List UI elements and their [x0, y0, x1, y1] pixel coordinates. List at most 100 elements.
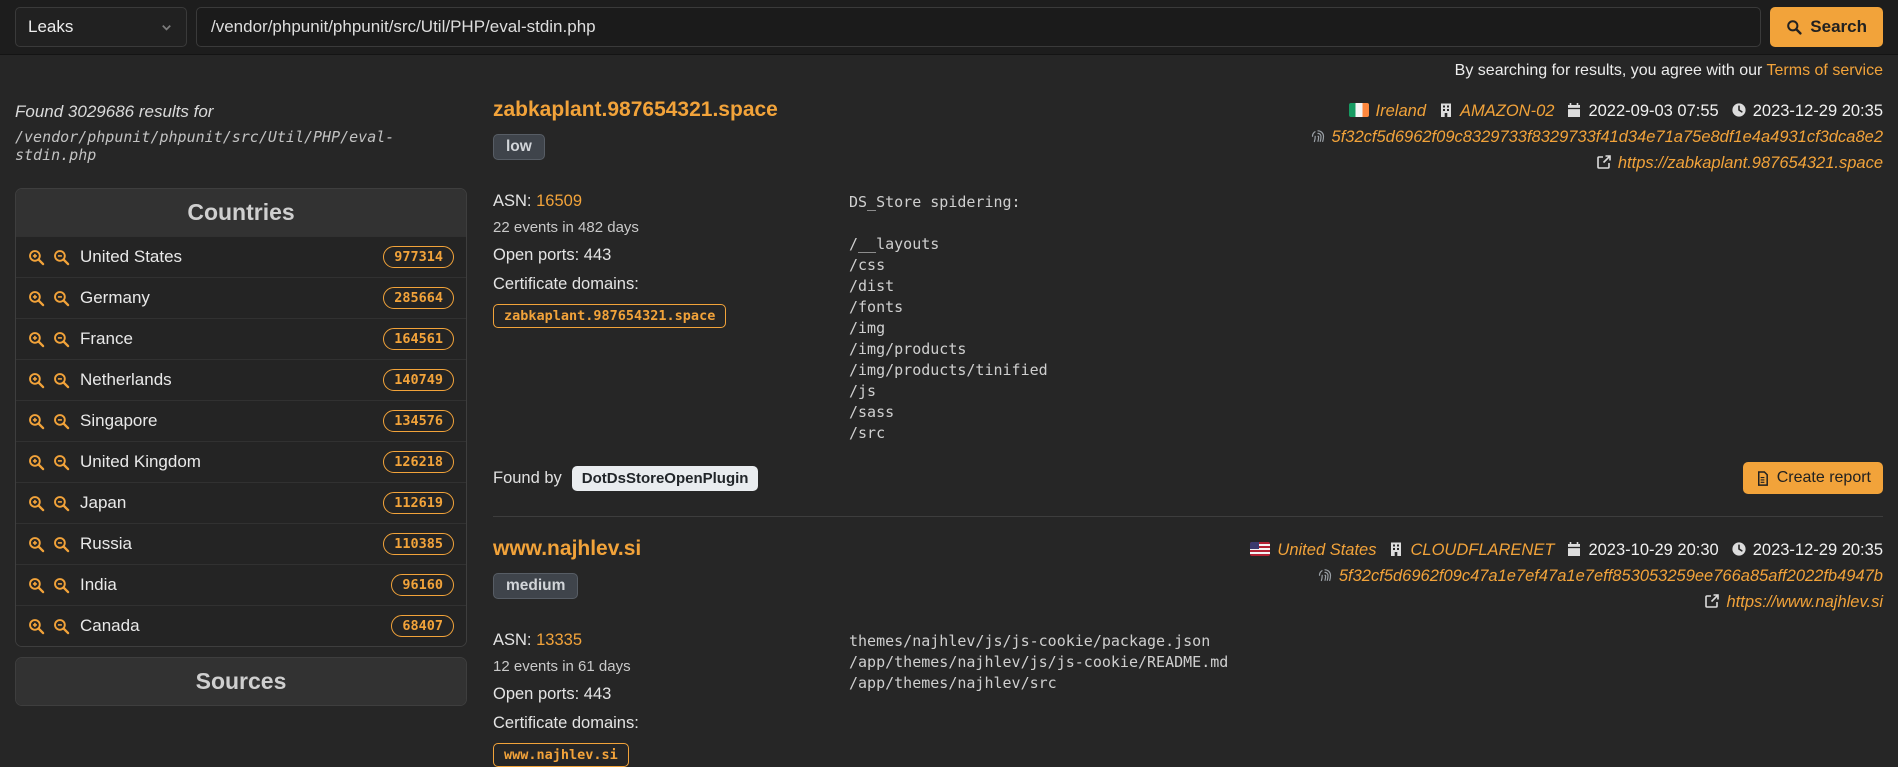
organization-link[interactable]: CLOUDFLARENET — [1410, 541, 1554, 559]
zoom-out-icon[interactable] — [53, 536, 70, 553]
results-list: zabkaplant.987654321.space low Ireland AM… — [493, 92, 1883, 767]
organization-icon — [1388, 541, 1404, 557]
open-ports: Open ports: 443 — [493, 685, 849, 704]
sources-panel: Sources — [15, 657, 467, 706]
zoom-in-icon[interactable] — [28, 495, 45, 512]
country-row[interactable]: France 164561 — [16, 318, 466, 359]
search-form: Leaks Search — [15, 7, 1883, 47]
country-count-badge: 110385 — [383, 533, 454, 555]
leak-summary: DS_Store spidering: /__layouts /css /dis… — [849, 192, 1883, 444]
organization-link[interactable]: AMAZON-02 — [1460, 102, 1554, 120]
zoom-in-icon[interactable] — [28, 454, 45, 471]
result-title-link[interactable]: www.najhlev.si — [493, 537, 641, 561]
create-report-button[interactable]: Create report — [1743, 462, 1883, 494]
country-row[interactable]: Germany 285664 — [16, 277, 466, 318]
severity-badge: low — [493, 134, 545, 160]
asn-link[interactable]: 16509 — [536, 192, 582, 210]
plugin-badge[interactable]: DotDsStoreOpenPlugin — [572, 466, 759, 491]
zoom-out-icon[interactable] — [53, 413, 70, 430]
country-count-badge: 134576 — [383, 410, 454, 432]
create-report-label: Create report — [1777, 469, 1871, 487]
result-card: zabkaplant.987654321.space low Ireland AM… — [493, 98, 1883, 494]
terms-prefix: By searching for results, you agree with… — [1455, 62, 1767, 79]
country-count-badge: 977314 — [383, 246, 454, 268]
country-row[interactable]: Canada 68407 — [16, 605, 466, 646]
asn-label: ASN: — [493, 631, 532, 649]
country-name: Russia — [80, 534, 132, 554]
last-seen-date: 2023-12-29 20:35 — [1753, 541, 1883, 559]
fingerprint-link[interactable]: 5f32cf5d6962f09c47a1e7ef47a1e7eff8530532… — [1339, 567, 1883, 585]
country-name: France — [80, 329, 133, 349]
zoom-in-icon[interactable] — [28, 331, 45, 348]
country-count-badge: 164561 — [383, 328, 454, 350]
zoom-out-icon[interactable] — [53, 618, 70, 635]
terms-line: By searching for results, you agree with… — [0, 55, 1898, 80]
asn-link[interactable]: 13335 — [536, 631, 582, 649]
result-title-link[interactable]: zabkaplant.987654321.space — [493, 98, 778, 122]
top-search-bar: Leaks Search — [0, 0, 1898, 55]
zoom-in-icon[interactable] — [28, 413, 45, 430]
fingerprint-icon — [1317, 567, 1333, 583]
country-name: Canada — [80, 616, 140, 636]
zoom-out-icon[interactable] — [53, 577, 70, 594]
country-row[interactable]: India 96160 — [16, 564, 466, 605]
zoom-out-icon[interactable] — [53, 495, 70, 512]
country-row[interactable]: Netherlands 140749 — [16, 359, 466, 400]
last-seen-date: 2023-12-29 20:35 — [1753, 102, 1883, 120]
external-link-icon — [1704, 593, 1720, 609]
search-input[interactable] — [196, 7, 1761, 47]
zoom-in-icon[interactable] — [28, 290, 45, 307]
cert-domain-badge[interactable]: zabkaplant.987654321.space — [493, 304, 726, 328]
search-category-select[interactable]: Leaks — [15, 7, 187, 47]
sources-panel-title: Sources — [16, 658, 466, 705]
search-button[interactable]: Search — [1770, 7, 1883, 47]
fingerprint-link[interactable]: 5f32cf5d6962f09c8329733f8329733f41d34e71… — [1332, 128, 1883, 146]
first-seen-date: 2023-10-29 20:30 — [1588, 541, 1718, 559]
events-summary: 22 events in 482 days — [493, 219, 849, 236]
facets-sidebar: Found 3029686 results for /vendor/phpuni… — [15, 92, 467, 767]
search-query-text: /vendor/phpunit/phpunit/src/Util/PHP/eva… — [15, 128, 467, 164]
country-name: India — [80, 575, 117, 595]
found-by-label: Found by — [493, 469, 562, 488]
zoom-out-icon[interactable] — [53, 372, 70, 389]
country-name: United Kingdom — [80, 452, 201, 472]
terms-of-service-link[interactable]: Terms of service — [1767, 62, 1883, 79]
country-row[interactable]: United Kingdom 126218 — [16, 441, 466, 482]
result-url-link[interactable]: https://www.najhlev.si — [1726, 593, 1883, 611]
results-count-text: Found 3029686 results for — [15, 102, 467, 122]
zoom-out-icon[interactable] — [53, 290, 70, 307]
country-row[interactable]: Japan 112619 — [16, 482, 466, 523]
country-row[interactable]: Singapore 134576 — [16, 400, 466, 441]
first-seen-date: 2022-09-03 07:55 — [1588, 102, 1718, 120]
zoom-in-icon[interactable] — [28, 249, 45, 266]
zoom-in-icon[interactable] — [28, 372, 45, 389]
asn-label: ASN: — [493, 192, 532, 210]
country-row[interactable]: United States 977314 — [16, 236, 466, 277]
country-link[interactable]: United States — [1277, 541, 1376, 559]
calendar-icon — [1566, 541, 1582, 557]
search-category-value: Leaks — [28, 17, 73, 37]
result-meta: United States CLOUDFLARENET 2023-10-29 20:… — [1250, 537, 1883, 615]
search-button-label: Search — [1810, 17, 1867, 37]
zoom-out-icon[interactable] — [53, 249, 70, 266]
events-summary: 12 events in 61 days — [493, 658, 849, 675]
country-count-badge: 68407 — [391, 615, 454, 637]
fingerprint-icon — [1310, 128, 1326, 144]
zoom-in-icon[interactable] — [28, 618, 45, 635]
zoom-in-icon[interactable] — [28, 577, 45, 594]
country-name: Germany — [80, 288, 150, 308]
country-count-badge: 285664 — [383, 287, 454, 309]
country-count-badge: 96160 — [391, 574, 454, 596]
zoom-in-icon[interactable] — [28, 536, 45, 553]
card-divider — [493, 516, 1883, 517]
country-link[interactable]: Ireland — [1376, 102, 1426, 120]
zoom-out-icon[interactable] — [53, 331, 70, 348]
cert-domain-badge[interactable]: www.najhlev.si — [493, 743, 629, 767]
country-row[interactable]: Russia 110385 — [16, 523, 466, 564]
countries-panel-title: Countries — [16, 189, 466, 236]
search-icon — [1786, 19, 1802, 35]
countries-panel: Countries United States 977314 Germany 2… — [15, 188, 467, 647]
result-url-link[interactable]: https://zabkaplant.987654321.space — [1618, 154, 1883, 172]
external-link-icon — [1596, 154, 1612, 170]
zoom-out-icon[interactable] — [53, 454, 70, 471]
